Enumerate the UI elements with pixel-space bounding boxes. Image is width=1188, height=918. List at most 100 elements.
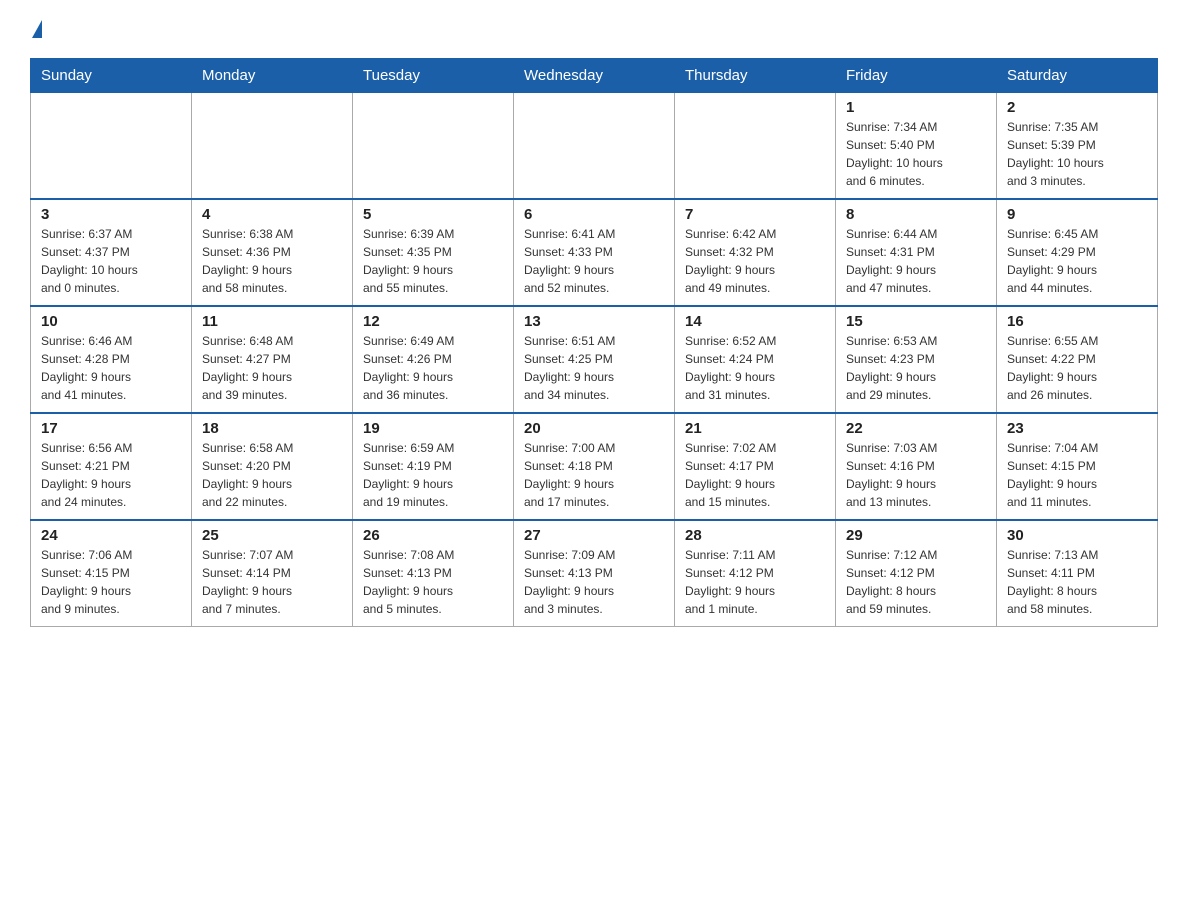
calendar-week-row: 24 Sunrise: 7:06 AMSunset: 4:15 PMDayligh… bbox=[31, 520, 1158, 627]
calendar-day-cell bbox=[353, 93, 514, 200]
day-info: Sunrise: 6:58 AMSunset: 4:20 PMDaylight:… bbox=[202, 439, 342, 511]
calendar-day-cell bbox=[514, 93, 675, 200]
calendar-day-cell: 24 Sunrise: 7:06 AMSunset: 4:15 PMDayligh… bbox=[31, 520, 192, 627]
day-info: Sunrise: 7:35 AMSunset: 5:39 PMDaylight:… bbox=[1007, 118, 1147, 190]
day-number: 3 bbox=[41, 206, 181, 223]
page-header bbox=[0, 0, 1188, 48]
day-of-week-header: Saturday bbox=[997, 59, 1158, 93]
day-number: 15 bbox=[846, 313, 986, 330]
calendar-day-cell: 23Sunrise: 7:04 AMSunset: 4:15 PMDayligh… bbox=[997, 413, 1158, 520]
day-info: Sunrise: 6:52 AMSunset: 4:24 PMDaylight:… bbox=[685, 332, 825, 404]
day-info: Sunrise: 6:37 AMSunset: 4:37 PMDaylight:… bbox=[41, 225, 181, 297]
day-info: Sunrise: 6:49 AMSunset: 4:26 PMDaylight:… bbox=[363, 332, 503, 404]
calendar-day-cell: 30 Sunrise: 7:13 AMSunset: 4:11 PMDayligh… bbox=[997, 520, 1158, 627]
calendar-day-cell: 6 Sunrise: 6:41 AMSunset: 4:33 PMDaylight… bbox=[514, 199, 675, 306]
day-number: 9 bbox=[1007, 206, 1147, 223]
day-info: Sunrise: 7:13 AMSunset: 4:11 PMDaylight:… bbox=[1007, 546, 1147, 618]
calendar-day-cell: 26 Sunrise: 7:08 AMSunset: 4:13 PMDayligh… bbox=[353, 520, 514, 627]
calendar-day-cell: 28 Sunrise: 7:11 AMSunset: 4:12 PMDayligh… bbox=[675, 520, 836, 627]
day-info: Sunrise: 6:45 AMSunset: 4:29 PMDaylight:… bbox=[1007, 225, 1147, 297]
day-number: 12 bbox=[363, 313, 503, 330]
calendar-day-cell: 25 Sunrise: 7:07 AMSunset: 4:14 PMDayligh… bbox=[192, 520, 353, 627]
day-info: Sunrise: 6:38 AMSunset: 4:36 PMDaylight:… bbox=[202, 225, 342, 297]
day-number: 14 bbox=[685, 313, 825, 330]
calendar-day-cell bbox=[192, 93, 353, 200]
calendar-day-cell: 5Sunrise: 6:39 AMSunset: 4:35 PMDaylight… bbox=[353, 199, 514, 306]
logo-triangle-icon bbox=[32, 20, 42, 38]
day-of-week-header: Sunday bbox=[31, 59, 192, 93]
calendar-day-cell: 12 Sunrise: 6:49 AMSunset: 4:26 PMDayligh… bbox=[353, 306, 514, 413]
day-info: Sunrise: 7:06 AMSunset: 4:15 PMDaylight:… bbox=[41, 546, 181, 618]
day-info: Sunrise: 6:41 AMSunset: 4:33 PMDaylight:… bbox=[524, 225, 664, 297]
day-number: 5 bbox=[363, 206, 503, 223]
day-info: Sunrise: 7:07 AMSunset: 4:14 PMDaylight:… bbox=[202, 546, 342, 618]
day-info: Sunrise: 6:55 AMSunset: 4:22 PMDaylight:… bbox=[1007, 332, 1147, 404]
day-info: Sunrise: 7:00 AMSunset: 4:18 PMDaylight:… bbox=[524, 439, 664, 511]
calendar-day-cell: 27Sunrise: 7:09 AMSunset: 4:13 PMDayligh… bbox=[514, 520, 675, 627]
day-info: Sunrise: 7:11 AMSunset: 4:12 PMDaylight:… bbox=[685, 546, 825, 618]
day-info: Sunrise: 6:59 AMSunset: 4:19 PMDaylight:… bbox=[363, 439, 503, 511]
calendar-week-row: 17 Sunrise: 6:56 AMSunset: 4:21 PMDayligh… bbox=[31, 413, 1158, 520]
day-number: 23 bbox=[1007, 420, 1147, 437]
calendar-day-cell: 11 Sunrise: 6:48 AMSunset: 4:27 PMDayligh… bbox=[192, 306, 353, 413]
day-number: 19 bbox=[363, 420, 503, 437]
day-info: Sunrise: 6:44 AMSunset: 4:31 PMDaylight:… bbox=[846, 225, 986, 297]
day-info: Sunrise: 7:03 AMSunset: 4:16 PMDaylight:… bbox=[846, 439, 986, 511]
day-info: Sunrise: 6:56 AMSunset: 4:21 PMDaylight:… bbox=[41, 439, 181, 511]
day-number: 27 bbox=[524, 527, 664, 544]
calendar-day-cell: 29Sunrise: 7:12 AMSunset: 4:12 PMDayligh… bbox=[836, 520, 997, 627]
day-number: 30 bbox=[1007, 527, 1147, 544]
calendar-day-cell: 13Sunrise: 6:51 AMSunset: 4:25 PMDayligh… bbox=[514, 306, 675, 413]
calendar-week-row: 3 Sunrise: 6:37 AMSunset: 4:37 PMDaylight… bbox=[31, 199, 1158, 306]
day-of-week-header: Friday bbox=[836, 59, 997, 93]
calendar-day-cell: 17 Sunrise: 6:56 AMSunset: 4:21 PMDayligh… bbox=[31, 413, 192, 520]
day-number: 25 bbox=[202, 527, 342, 544]
calendar-day-cell: 1Sunrise: 7:34 AMSunset: 5:40 PMDaylight… bbox=[836, 93, 997, 200]
day-number: 28 bbox=[685, 527, 825, 544]
day-info: Sunrise: 6:48 AMSunset: 4:27 PMDaylight:… bbox=[202, 332, 342, 404]
day-number: 18 bbox=[202, 420, 342, 437]
calendar-day-cell: 14 Sunrise: 6:52 AMSunset: 4:24 PMDayligh… bbox=[675, 306, 836, 413]
day-number: 10 bbox=[41, 313, 181, 330]
calendar-day-cell: 4 Sunrise: 6:38 AMSunset: 4:36 PMDaylight… bbox=[192, 199, 353, 306]
day-of-week-header: Monday bbox=[192, 59, 353, 93]
calendar-day-cell: 3 Sunrise: 6:37 AMSunset: 4:37 PMDaylight… bbox=[31, 199, 192, 306]
logo bbox=[30, 20, 42, 38]
day-number: 11 bbox=[202, 313, 342, 330]
calendar-table: SundayMondayTuesdayWednesdayThursdayFrid… bbox=[30, 58, 1158, 627]
calendar-day-cell: 20 Sunrise: 7:00 AMSunset: 4:18 PMDayligh… bbox=[514, 413, 675, 520]
calendar-day-cell: 16Sunrise: 6:55 AMSunset: 4:22 PMDayligh… bbox=[997, 306, 1158, 413]
day-of-week-header: Wednesday bbox=[514, 59, 675, 93]
calendar-day-cell: 10Sunrise: 6:46 AMSunset: 4:28 PMDayligh… bbox=[31, 306, 192, 413]
calendar-day-cell: 15Sunrise: 6:53 AMSunset: 4:23 PMDayligh… bbox=[836, 306, 997, 413]
calendar-header-row: SundayMondayTuesdayWednesdayThursdayFrid… bbox=[31, 59, 1158, 93]
day-info: Sunrise: 7:08 AMSunset: 4:13 PMDaylight:… bbox=[363, 546, 503, 618]
calendar-day-cell: 19 Sunrise: 6:59 AMSunset: 4:19 PMDayligh… bbox=[353, 413, 514, 520]
logo-wordmark bbox=[30, 20, 42, 38]
day-number: 6 bbox=[524, 206, 664, 223]
calendar-week-row: 1Sunrise: 7:34 AMSunset: 5:40 PMDaylight… bbox=[31, 93, 1158, 200]
day-info: Sunrise: 7:02 AMSunset: 4:17 PMDaylight:… bbox=[685, 439, 825, 511]
calendar-day-cell: 21 Sunrise: 7:02 AMSunset: 4:17 PMDayligh… bbox=[675, 413, 836, 520]
day-number: 4 bbox=[202, 206, 342, 223]
day-number: 24 bbox=[41, 527, 181, 544]
day-info: Sunrise: 6:42 AMSunset: 4:32 PMDaylight:… bbox=[685, 225, 825, 297]
day-number: 22 bbox=[846, 420, 986, 437]
day-of-week-header: Thursday bbox=[675, 59, 836, 93]
day-of-week-header: Tuesday bbox=[353, 59, 514, 93]
day-number: 20 bbox=[524, 420, 664, 437]
day-number: 7 bbox=[685, 206, 825, 223]
day-info: Sunrise: 6:51 AMSunset: 4:25 PMDaylight:… bbox=[524, 332, 664, 404]
calendar-day-cell: 8 Sunrise: 6:44 AMSunset: 4:31 PMDaylight… bbox=[836, 199, 997, 306]
calendar-day-cell bbox=[31, 93, 192, 200]
calendar-day-cell: 18 Sunrise: 6:58 AMSunset: 4:20 PMDayligh… bbox=[192, 413, 353, 520]
calendar-day-cell: 7 Sunrise: 6:42 AMSunset: 4:32 PMDaylight… bbox=[675, 199, 836, 306]
calendar-week-row: 10Sunrise: 6:46 AMSunset: 4:28 PMDayligh… bbox=[31, 306, 1158, 413]
day-number: 26 bbox=[363, 527, 503, 544]
day-info: Sunrise: 7:12 AMSunset: 4:12 PMDaylight:… bbox=[846, 546, 986, 618]
day-number: 17 bbox=[41, 420, 181, 437]
calendar-day-cell bbox=[675, 93, 836, 200]
day-number: 8 bbox=[846, 206, 986, 223]
day-number: 21 bbox=[685, 420, 825, 437]
day-info: Sunrise: 7:34 AMSunset: 5:40 PMDaylight:… bbox=[846, 118, 986, 190]
